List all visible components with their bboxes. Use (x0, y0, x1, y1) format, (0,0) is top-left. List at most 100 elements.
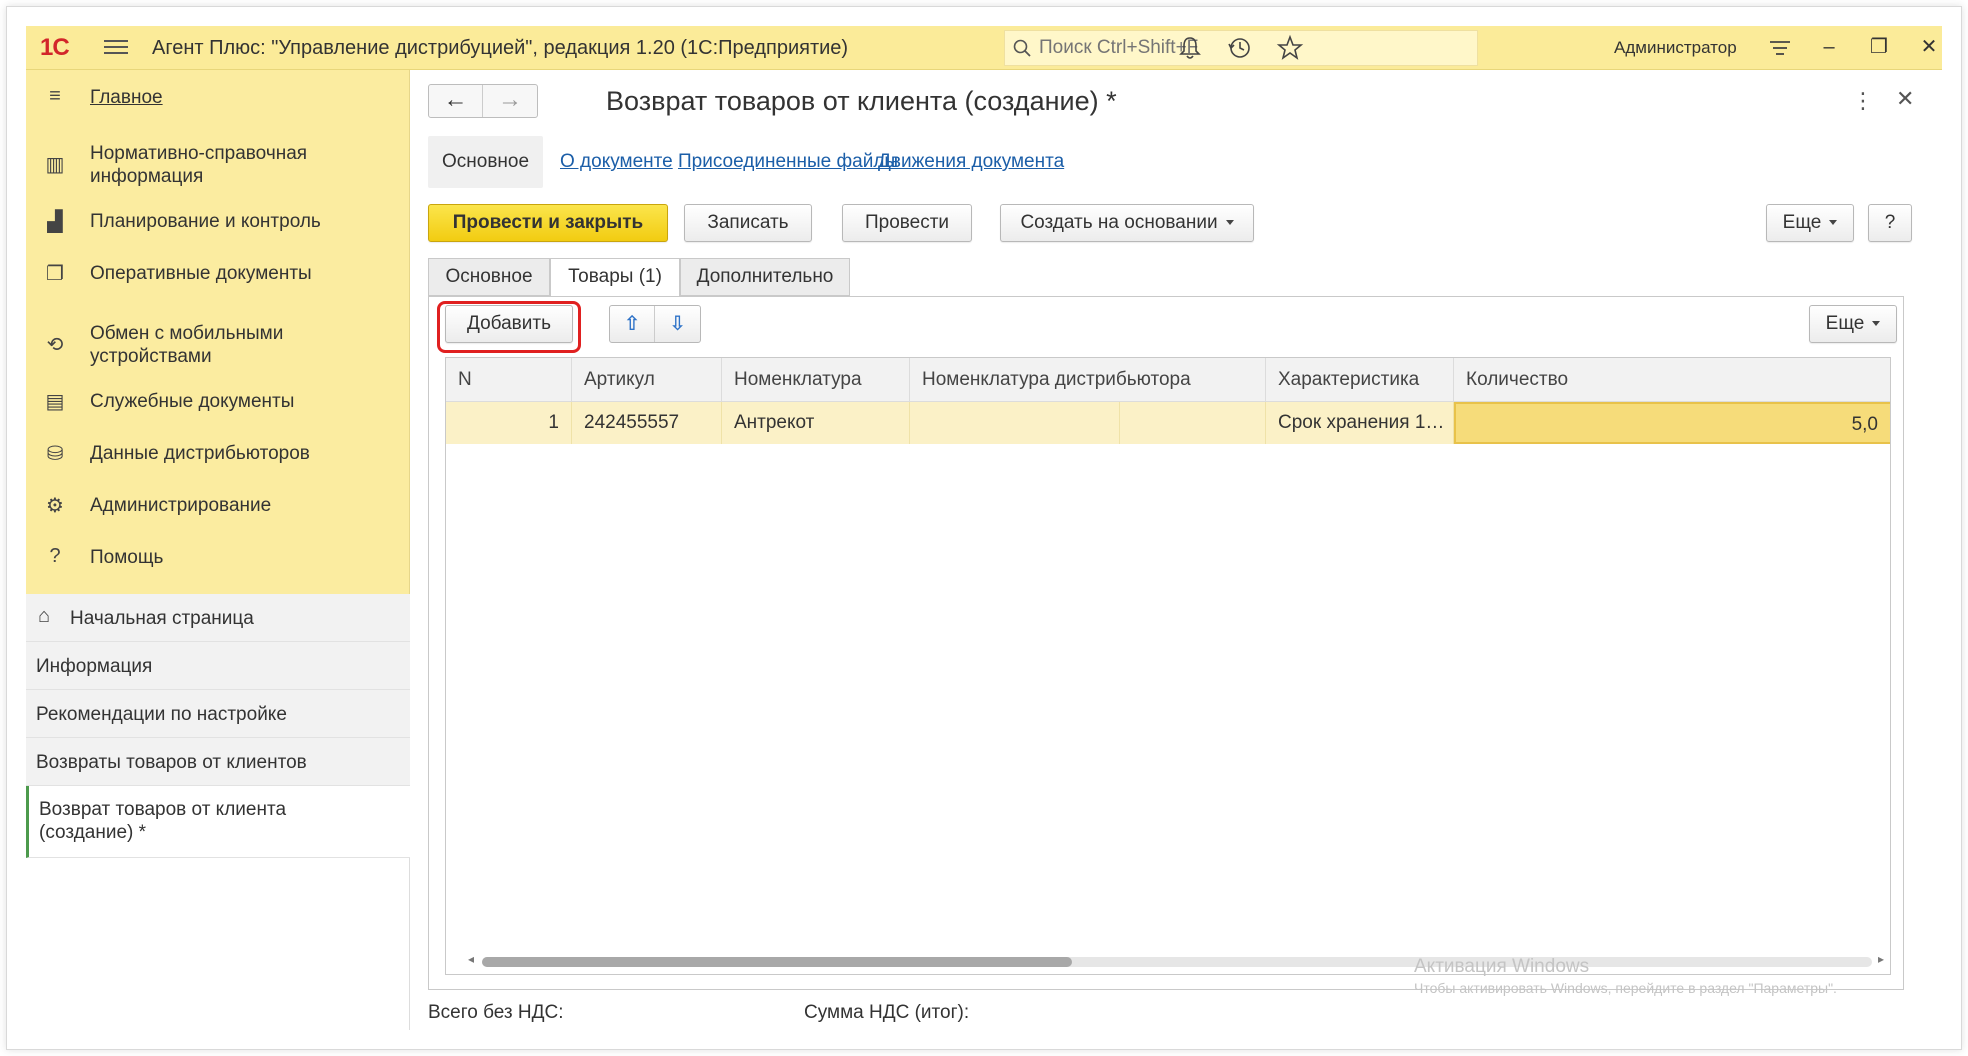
sidebar-item-label: Помощь (90, 547, 164, 568)
tab-attached-files[interactable]: Присоединенные файлы (678, 136, 898, 188)
back-arrow-icon[interactable]: ← (429, 85, 483, 117)
nav-buttons: ← → (428, 84, 538, 118)
activation-watermark-title: Активация Windows (1414, 956, 1590, 977)
total-without-vat-label: Всего без НДС: (428, 1002, 564, 1023)
search-icon (1013, 39, 1031, 57)
more-actions-icon[interactable]: ⋮ (1852, 88, 1874, 114)
tab-goods[interactable]: Товары (1) (550, 258, 680, 297)
vat-sum-label: Сумма НДС (итог): (804, 1002, 970, 1023)
more-label: Еще (1782, 212, 1822, 233)
sidebar: ≡ Главное ▥ Нормативно-справочная информ… (26, 70, 410, 1056)
sidebar-item-operational[interactable]: ❐ Оперативные документы (26, 260, 410, 288)
sections-panel: ≡ Главное ▥ Нормативно-справочная информ… (26, 70, 410, 594)
chevron-down-icon (1225, 220, 1234, 226)
post-and-close-button[interactable]: Провести и закрыть (428, 204, 668, 242)
tab-about-document[interactable]: О документе (560, 136, 673, 188)
sidebar-item-label: Данные дистрибьюторов (90, 443, 310, 464)
move-down-icon[interactable]: ⇩ (655, 306, 700, 342)
goods-table[interactable]: N Артикул Номенклатура Номенклатура дист… (445, 357, 1891, 975)
1c-logo: 1С (40, 34, 70, 61)
cell-article[interactable]: 242455557 (572, 402, 722, 444)
column-header-n[interactable]: N (446, 358, 572, 402)
column-header-characteristic[interactable]: Характеристика (1266, 358, 1454, 402)
service-docs-icon: ▤ (45, 391, 65, 413)
page-title: Возврат товаров от клиента (создание) * (606, 86, 1117, 116)
help-button[interactable]: ? (1868, 204, 1912, 242)
sidebar-item-reference[interactable]: ▥ Нормативно-справочная информация (26, 140, 410, 190)
scroll-right-icon[interactable]: ▸ (1878, 952, 1884, 966)
tab-main-section[interactable]: Основное (428, 136, 544, 188)
add-button[interactable]: Добавить (445, 305, 573, 343)
horizontal-scrollbar[interactable]: ◂ ▸ (462, 950, 1890, 972)
scroll-thumb[interactable] (482, 957, 1072, 967)
sidebar-item-service-docs[interactable]: ▤ Служебные документы (26, 388, 410, 416)
open-windows-panel: ⌂ Начальная страница Информация Рекоменд… (26, 594, 410, 1030)
open-window-returns-list[interactable]: Возвраты товаров от клиентов (26, 738, 410, 786)
chevron-down-icon (1829, 220, 1838, 226)
history-icon[interactable] (1226, 34, 1254, 62)
star-icon[interactable] (1276, 34, 1304, 62)
open-window-label: Возврат товаров от клиента (создание) * (39, 799, 287, 843)
help-icon: ? (49, 545, 61, 567)
column-header-quantity[interactable]: Количество (1454, 358, 1890, 402)
move-up-icon[interactable]: ⇧ (610, 306, 655, 342)
forward-arrow-icon[interactable]: → (483, 85, 537, 117)
create-based-on-button[interactable]: Создать на основании (1000, 204, 1254, 242)
restore-icon[interactable]: ❐ (1864, 32, 1894, 62)
scroll-left-icon[interactable]: ◂ (468, 952, 474, 966)
title-bar: 1С Агент Плюс: "Управление дистрибуцией"… (26, 26, 1942, 70)
sidebar-item-main[interactable]: ≡ Главное (26, 84, 410, 112)
tab-additional[interactable]: Дополнительно (680, 258, 850, 296)
table-row[interactable]: 1 242455557 Антрекот Срок хранения 12 су… (446, 402, 1890, 444)
column-header-nomenclature[interactable]: Номенклатура (722, 358, 910, 402)
bell-icon[interactable] (1176, 34, 1204, 62)
open-window-label: Начальная страница (70, 608, 254, 629)
cell-characteristic[interactable]: Срок хранения 12 су... (1266, 402, 1454, 444)
sidebar-item-label: Нормативно-справочная информация (90, 143, 308, 187)
main-menu-icon[interactable] (104, 36, 128, 58)
menu-icon: ≡ (49, 85, 61, 107)
column-header-distributor-nomenclature[interactable]: Номенклатура дистрибьютора (910, 358, 1266, 402)
cell-nomenclature[interactable]: Антрекот (722, 402, 910, 444)
sidebar-item-label: Главное (90, 87, 163, 108)
goods-panel: Добавить ⇧ ⇩ Еще N Артикул Номенклатура … (428, 296, 1904, 990)
cell-n[interactable]: 1 (446, 402, 572, 444)
sidebar-item-label: Служебные документы (90, 391, 295, 412)
sidebar-item-help[interactable]: ? Помощь (26, 544, 410, 572)
goods-more-button[interactable]: Еще (1809, 305, 1897, 343)
app-title: Агент Плюс: "Управление дистрибуцией", р… (152, 37, 849, 59)
tab-basic[interactable]: Основное (428, 258, 550, 296)
sidebar-item-planning[interactable]: ▟ Планирование и контроль (26, 208, 410, 236)
distributor-data-icon: ⛁ (46, 443, 64, 465)
cell-distributor-nomenclature-extra[interactable] (1120, 402, 1266, 444)
open-window-recommendations[interactable]: Рекомендации по настройке (26, 690, 410, 738)
user-name[interactable]: Администратор (1614, 38, 1737, 58)
sidebar-item-mobile-exchange[interactable]: ⟲ Обмен с мобильными устройствами (26, 320, 410, 370)
cell-distributor-nomenclature[interactable] (910, 402, 1120, 444)
open-window-return-create[interactable]: Возврат товаров от клиента (создание) * (26, 786, 410, 858)
close-window-icon[interactable]: ✕ (1914, 32, 1944, 62)
open-window-home[interactable]: ⌂ Начальная страница (26, 594, 410, 642)
sidebar-item-label: Планирование и контроль (90, 211, 321, 232)
more-button[interactable]: Еще (1766, 204, 1854, 242)
post-button[interactable]: Провести (842, 204, 972, 242)
minimize-icon[interactable]: – (1814, 32, 1844, 62)
settings-menu-icon[interactable] (1766, 34, 1794, 62)
column-header-article[interactable]: Артикул (572, 358, 722, 402)
save-button[interactable]: Записать (684, 204, 812, 242)
move-buttons: ⇧ ⇩ (609, 305, 701, 343)
open-window-label: Возвраты товаров от клиентов (36, 752, 307, 773)
cell-quantity[interactable]: 5,0 (1454, 402, 1890, 444)
create-based-on-label: Создать на основании (1020, 212, 1218, 233)
sidebar-item-administration[interactable]: ⚙ Администрирование (26, 492, 410, 520)
chart-icon: ▟ (47, 211, 63, 233)
open-window-label: Информация (36, 656, 153, 677)
document-form: ← → Возврат товаров от клиента (создание… (410, 70, 1942, 1030)
close-form-icon[interactable]: ✕ (1896, 86, 1914, 112)
table-header: N Артикул Номенклатура Номенклатура дист… (446, 358, 1890, 402)
gear-icon: ⚙ (46, 495, 64, 517)
open-window-info[interactable]: Информация (26, 642, 410, 690)
sidebar-item-distributor-data[interactable]: ⛁ Данные дистрибьюторов (26, 440, 410, 468)
open-window-label: Рекомендации по настройке (36, 704, 287, 725)
tab-document-movements[interactable]: Движения документа (878, 136, 1064, 188)
